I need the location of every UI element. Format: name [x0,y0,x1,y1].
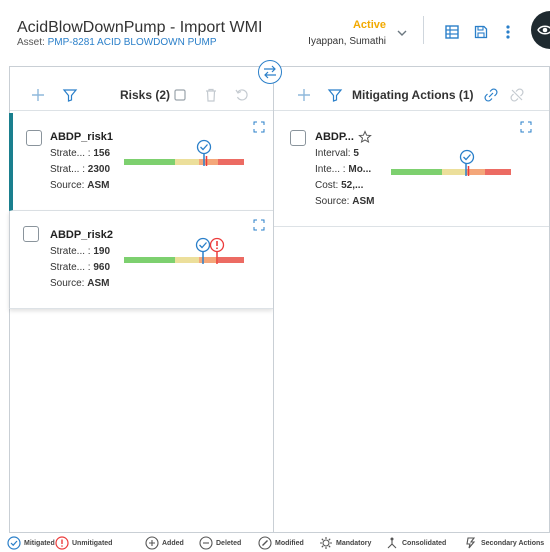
action-checkbox[interactable] [290,130,306,146]
unmitigated-icon [55,536,69,550]
actions-toolbar: Mitigating Actions (1) [274,67,549,111]
page-title: AcidBlowDownPump - Import WMI [17,19,263,36]
action-line-3: Cost: 52,... [315,180,364,191]
risk-line-3: Source: ASM [50,278,110,289]
action-line-1: Interval: 5 [315,148,359,159]
delete-icon[interactable] [203,87,219,103]
modified-icon [258,536,272,550]
risk-checkbox[interactable] [26,130,42,146]
risk-line-2: Strat... : 2300 [50,164,111,175]
actions-panel: Mitigating Actions (1) ABDP... Interval:… [273,66,550,533]
risk-card[interactable]: ABDP_risk1 Strate... : 156 Strat... : 23… [9,113,273,211]
expand-icon[interactable] [520,121,532,133]
risks-toolbar: Risks (2) [10,67,273,111]
expand-icon[interactable] [253,219,265,231]
mitigated-icon [459,149,475,176]
risks-title: Risks (2) [120,88,171,102]
filter-icon[interactable] [327,87,343,103]
page-header: AcidBlowDownPump - Import WMI Asset: PMP… [0,0,550,62]
more-vertical-icon[interactable] [500,24,516,40]
risk-checkbox[interactable] [23,226,39,242]
filter-icon[interactable] [62,87,78,103]
asset-link[interactable]: PMP-8281 ACID BLOWDOWN PUMP [48,37,217,48]
unlink-icon[interactable] [509,87,525,103]
chevron-down-icon[interactable] [395,26,409,40]
actions-title: Mitigating Actions (1) [352,88,474,102]
grid-view-icon[interactable] [444,24,460,40]
action-line-4: Source: ASM [315,196,375,207]
asset-prefix: Asset: [17,37,45,48]
consolidated-icon [387,537,397,549]
risk-name[interactable]: ABDP_risk2 [50,229,113,241]
risk-card[interactable]: ABDP_risk2 Strate... : 190 Strate... : 9… [9,211,273,309]
save-icon[interactable] [473,24,489,40]
action-card[interactable]: ABDP... Interval: 5 Inte... : Mo... Cost… [274,113,549,227]
mitigated-icon [196,139,212,166]
deleted-icon [199,536,213,550]
risk-name[interactable]: ABDP_risk1 [50,131,113,143]
star-icon[interactable] [358,130,372,144]
status-badge: Active [352,19,386,31]
risk-bar [124,159,244,165]
mandatory-icon [320,537,332,549]
action-line-2: Inte... : Mo... [315,164,372,175]
asset-subtitle: Asset: PMP-8281 ACID BLOWDOWN PUMP [17,37,217,48]
header-divider [423,16,424,44]
risk-markers [195,237,225,264]
add-icon[interactable] [30,87,46,103]
risk-line-1: Strate... : 190 [50,246,111,257]
add-icon[interactable] [296,87,312,103]
owner-name: Iyappan, Sumathi [308,36,386,47]
risk-line-1: Strate... : 156 [50,148,111,159]
legend: Mitigated Unmitigated Added Deleted Modi… [0,536,550,552]
action-bar [391,169,511,175]
expand-icon[interactable] [253,121,265,133]
added-icon [145,536,159,550]
risk-line-2: Strate... : 960 [50,262,111,273]
mitigated-icon [7,536,21,550]
action-name[interactable]: ABDP... [315,131,354,143]
risk-line-3: Source: ASM [50,180,110,191]
eye-icon [537,25,550,35]
copy-icon[interactable] [172,87,188,103]
view-toggle-button[interactable] [531,11,550,49]
swap-icon [264,65,276,79]
swap-button[interactable] [258,60,282,84]
link-icon[interactable] [483,87,499,103]
undo-icon[interactable] [234,87,250,103]
secondary-actions-icon [466,537,476,549]
